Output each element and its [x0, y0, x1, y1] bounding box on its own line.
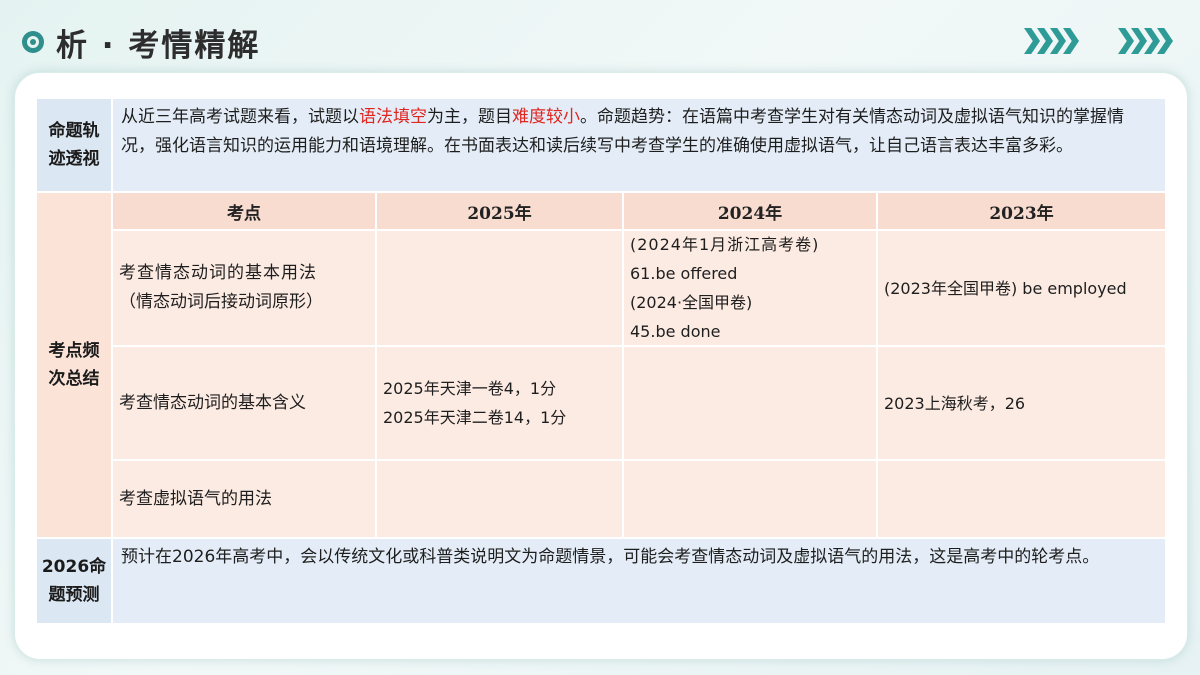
cell-2024-modal-usage: (2024年1月浙江高考卷) 61.be offered (2024·全国甲卷)…: [624, 231, 876, 345]
exam-ref: 2023上海秋考，26: [884, 393, 1026, 413]
exam-ref: 2025年天津一卷4，1分: [383, 379, 557, 398]
chevron-group-right: [1118, 28, 1173, 54]
exam-ref: (2023年全国甲卷) be employed: [884, 278, 1127, 298]
chevron-group-left: [1024, 28, 1079, 54]
chevron-right-icon: [1024, 28, 1040, 54]
content-card: 命题轨迹透视 从近三年高考试题来看，试题以语法填空为主，题目难度较小。命题趋势：…: [14, 72, 1188, 660]
cell-2025-empty: [377, 461, 622, 537]
trend-text-part: 从近三年高考试题来看，试题以: [121, 107, 359, 127]
trend-text: 从近三年高考试题来看，试题以语法填空为主，题目难度较小。命题趋势：在语篇中考查学…: [113, 99, 1165, 191]
cell-2025-empty: [377, 231, 622, 345]
circle-bullet-icon: [22, 31, 44, 53]
forecast-label: 2026命题预测: [37, 539, 111, 623]
trend-highlight-difficulty: 难度较小: [512, 107, 580, 127]
point-cell-subjunctive: 考查虚拟语气的用法: [113, 461, 375, 537]
trend-text-part: 为主，题目: [427, 107, 512, 127]
point-line: 考查情态动词的基本含义: [119, 392, 306, 413]
forecast-text: 预计在2026年高考中，会以传统文化或科普类说明文为命题情景，可能会考查情态动词…: [113, 539, 1165, 623]
exam-analysis-table: 命题轨迹透视 从近三年高考试题来看，试题以语法填空为主，题目难度较小。命题趋势：…: [15, 73, 1187, 659]
summary-label: 考点频次总结: [37, 193, 111, 537]
page-title: 析 · 考情精解: [56, 28, 261, 64]
column-header-2023: 2023年: [878, 193, 1165, 229]
trend-label: 命题轨迹透视: [37, 99, 111, 191]
point-cell-modal-usage: 考查情态动词的基本用法 （情态动词后接动词原形）: [113, 231, 375, 345]
cell-2025-modal-meaning: 2025年天津一卷4，1分 2025年天津二卷14，1分: [377, 347, 622, 459]
point-line: 考查情态动词的基本用法: [119, 263, 317, 283]
exam-ref: 2025年天津二卷14，1分: [383, 408, 567, 427]
point-line: 考查虚拟语气的用法: [119, 488, 272, 509]
point-line: （情态动词后接动词原形）: [119, 292, 323, 312]
trend-highlight-grammar: 语法填空: [359, 107, 427, 127]
exam-ref: 45.be done: [630, 322, 721, 341]
cell-2023-modal-usage: (2023年全国甲卷) be employed: [878, 231, 1165, 345]
chevron-right-icon: [1118, 28, 1134, 54]
cell-2023-modal-meaning: 2023上海秋考，26: [878, 347, 1165, 459]
exam-ref: (2024·全国甲卷): [630, 293, 753, 312]
column-header-2025: 2025年: [377, 193, 622, 229]
point-cell-modal-meaning: 考查情态动词的基本含义: [113, 347, 375, 459]
column-header-2024: 2024年: [624, 193, 876, 229]
cell-2023-empty: [878, 461, 1165, 537]
column-header-point: 考点: [113, 193, 375, 229]
cell-2024-empty: [624, 347, 876, 459]
cell-2024-empty: [624, 461, 876, 537]
header: 析 · 考情精解: [0, 0, 1200, 80]
exam-ref: 61.be offered: [630, 264, 738, 283]
exam-ref: (2024年1月浙江高考卷): [630, 235, 820, 254]
